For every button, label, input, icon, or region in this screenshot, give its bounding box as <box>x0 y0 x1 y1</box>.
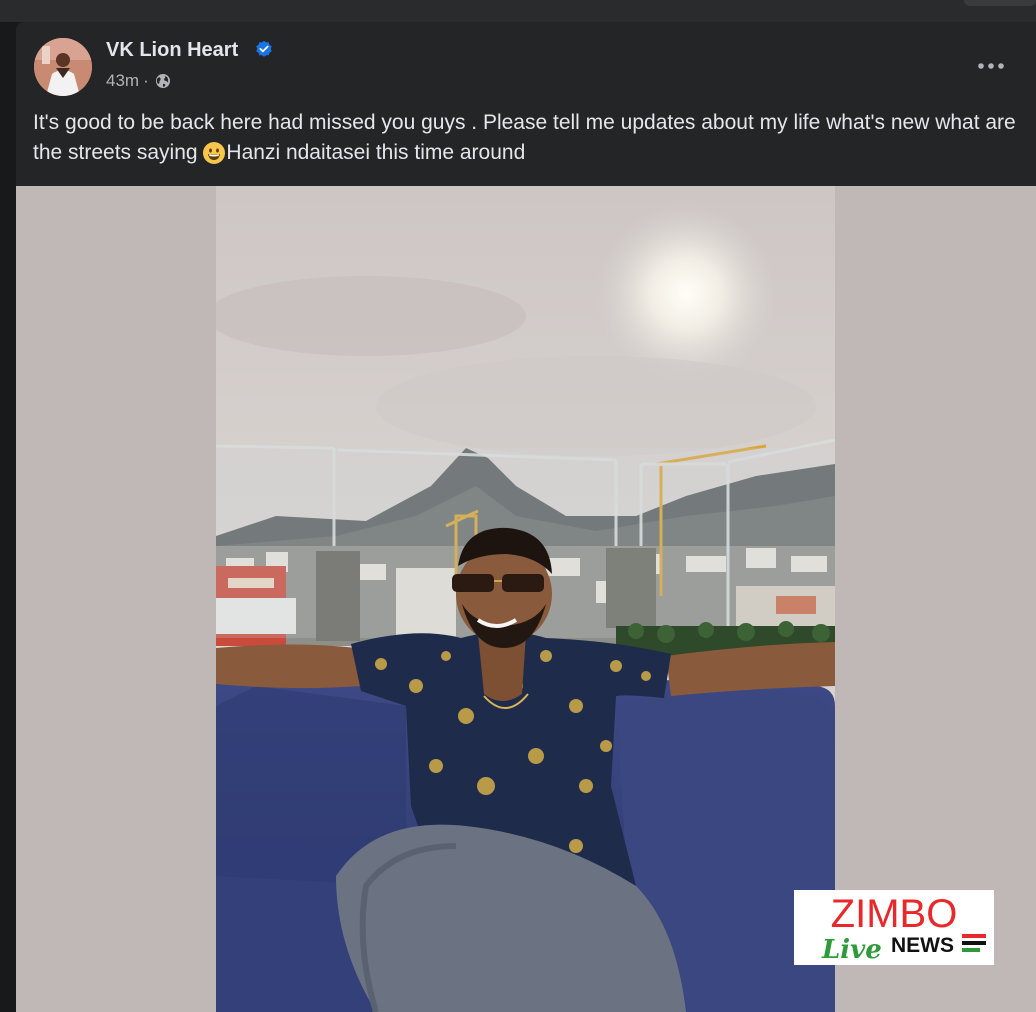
post-text-part-2: Hanzi ndaitasei this time around <box>226 141 526 164</box>
post-photo[interactable] <box>216 186 835 1012</box>
verified-badge-icon <box>256 40 272 57</box>
globe-icon[interactable] <box>155 73 171 89</box>
post-meta: 43m · <box>106 71 171 91</box>
author-name[interactable]: VK Lion Heart <box>106 39 238 62</box>
author-avatar[interactable] <box>34 38 92 96</box>
watermark-brand: ZIMBO <box>831 892 958 936</box>
zimbo-live-news-watermark: ZIMBO Live NEWS <box>794 890 994 965</box>
watermark-news: NEWS <box>891 934 954 957</box>
post-media[interactable]: ZIMBO Live NEWS <box>16 186 1036 1012</box>
more-options-button[interactable] <box>971 48 1011 84</box>
meta-separator: · <box>143 71 149 90</box>
post-card: VK Lion Heart 43m · It's good to be back… <box>16 22 1036 1012</box>
watermark-logo: ZIMBO Live NEWS <box>821 892 986 965</box>
grinning-face-emoji <box>203 142 226 164</box>
avatar-image <box>34 38 92 96</box>
top-right-control[interactable] <box>964 0 1036 6</box>
top-navigation-bar <box>0 0 1036 22</box>
more-options-icon <box>978 63 1004 69</box>
post-timestamp[interactable]: 43m <box>106 71 139 91</box>
photo-image <box>216 186 835 1012</box>
watermark-live: Live <box>821 935 882 965</box>
post-text: It's good to be back here had missed you… <box>33 108 1018 168</box>
